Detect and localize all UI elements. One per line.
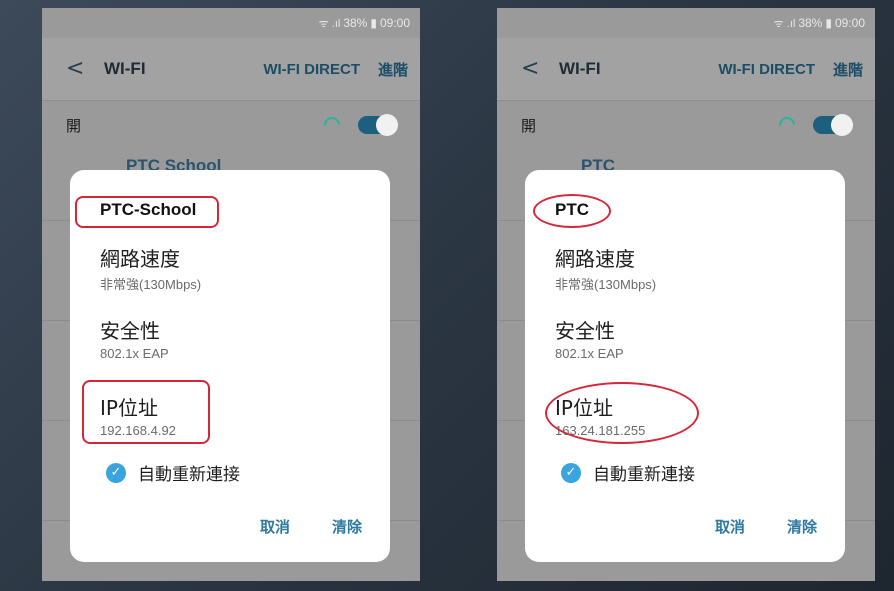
- network-info-dialog: PTC 網路速度 非常強(130Mbps) 安全性 802.1x EAP IP位…: [525, 170, 845, 562]
- security-value: 802.1x EAP: [555, 346, 624, 361]
- forget-button[interactable]: 清除: [787, 516, 817, 537]
- speed-value: 非常強(130Mbps): [555, 277, 657, 292]
- back-arrow-icon[interactable]: <: [66, 58, 90, 80]
- loading-spinner-icon: [320, 113, 344, 137]
- switch-label: 開: [521, 116, 537, 135]
- annotation-highlight-oval: [545, 382, 699, 444]
- auto-reconnect-checkbox[interactable]: ✓ 自動重新連接: [561, 460, 695, 485]
- status-bar: ᯤ .ıl 38% ▮ 09:00: [497, 8, 875, 38]
- battery-icon: ▮: [370, 16, 377, 30]
- speed-field: 網路速度 非常強(130Mbps): [555, 246, 656, 293]
- toggle-knob: [376, 114, 398, 136]
- forget-button[interactable]: 清除: [332, 516, 362, 537]
- auto-reconnect-checkbox[interactable]: ✓ 自動重新連接: [106, 460, 240, 485]
- signal-icon: ᯤ .ıl: [773, 17, 796, 30]
- battery-percent: 38%: [798, 16, 823, 30]
- app-bar: < WI-FI WI-FI DIRECT 進階: [497, 38, 875, 100]
- page-title: WI-FI: [559, 59, 601, 78]
- security-field: 安全性 802.1x EAP: [100, 318, 169, 361]
- wifi-switch-row[interactable]: 開: [497, 100, 875, 149]
- checkmark-icon: ✓: [106, 462, 126, 483]
- app-bar: < WI-FI WI-FI DIRECT 進階: [42, 38, 420, 100]
- speed-label: 網路速度: [100, 247, 180, 271]
- annotation-highlight-oval: [533, 194, 611, 228]
- battery-percent: 38%: [343, 16, 368, 30]
- wifi-switch-row[interactable]: 開: [42, 100, 420, 149]
- auto-reconnect-label: 自動重新連接: [138, 465, 240, 485]
- cancel-button[interactable]: 取消: [260, 516, 290, 537]
- wifi-direct-button[interactable]: WI-FI DIRECT: [263, 61, 360, 78]
- speed-field: 網路速度 非常強(130Mbps): [100, 246, 201, 293]
- clock: 09:00: [379, 16, 410, 30]
- security-field: 安全性 802.1x EAP: [555, 318, 624, 361]
- phone-screenshot-right: ᯤ .ıl 38% ▮ 09:00 < WI-FI WI-FI DIRECT 進…: [497, 8, 875, 581]
- annotation-highlight-box: [82, 380, 210, 444]
- wifi-direct-button[interactable]: WI-FI DIRECT: [718, 61, 815, 78]
- phone-screenshot-left: ᯤ .ıl 38% ▮ 09:00 < WI-FI WI-FI DIRECT 進…: [42, 8, 420, 581]
- cancel-button[interactable]: 取消: [715, 516, 745, 537]
- speed-label: 網路速度: [555, 247, 635, 271]
- status-bar: ᯤ .ıl 38% ▮ 09:00: [42, 8, 420, 38]
- advanced-button[interactable]: 進階: [378, 59, 408, 80]
- page-title: WI-FI: [104, 59, 146, 78]
- security-label: 安全性: [100, 319, 160, 343]
- annotation-highlight-box: [75, 196, 219, 228]
- network-info-dialog: PTC-School 網路速度 非常強(130Mbps) 安全性 802.1x …: [70, 170, 390, 562]
- speed-value: 非常強(130Mbps): [100, 277, 202, 292]
- checkmark-icon: ✓: [561, 462, 581, 483]
- security-label: 安全性: [555, 319, 615, 343]
- auto-reconnect-label: 自動重新連接: [593, 465, 695, 485]
- switch-label: 開: [66, 116, 82, 135]
- clock: 09:00: [834, 16, 865, 30]
- toggle-knob: [831, 114, 853, 136]
- security-value: 802.1x EAP: [100, 346, 169, 361]
- signal-icon: ᯤ .ıl: [318, 17, 341, 30]
- battery-icon: ▮: [825, 16, 832, 30]
- wifi-toggle[interactable]: [813, 114, 853, 136]
- wifi-toggle[interactable]: [358, 114, 398, 136]
- loading-spinner-icon: [775, 113, 799, 137]
- advanced-button[interactable]: 進階: [833, 59, 863, 80]
- back-arrow-icon[interactable]: <: [521, 58, 545, 80]
